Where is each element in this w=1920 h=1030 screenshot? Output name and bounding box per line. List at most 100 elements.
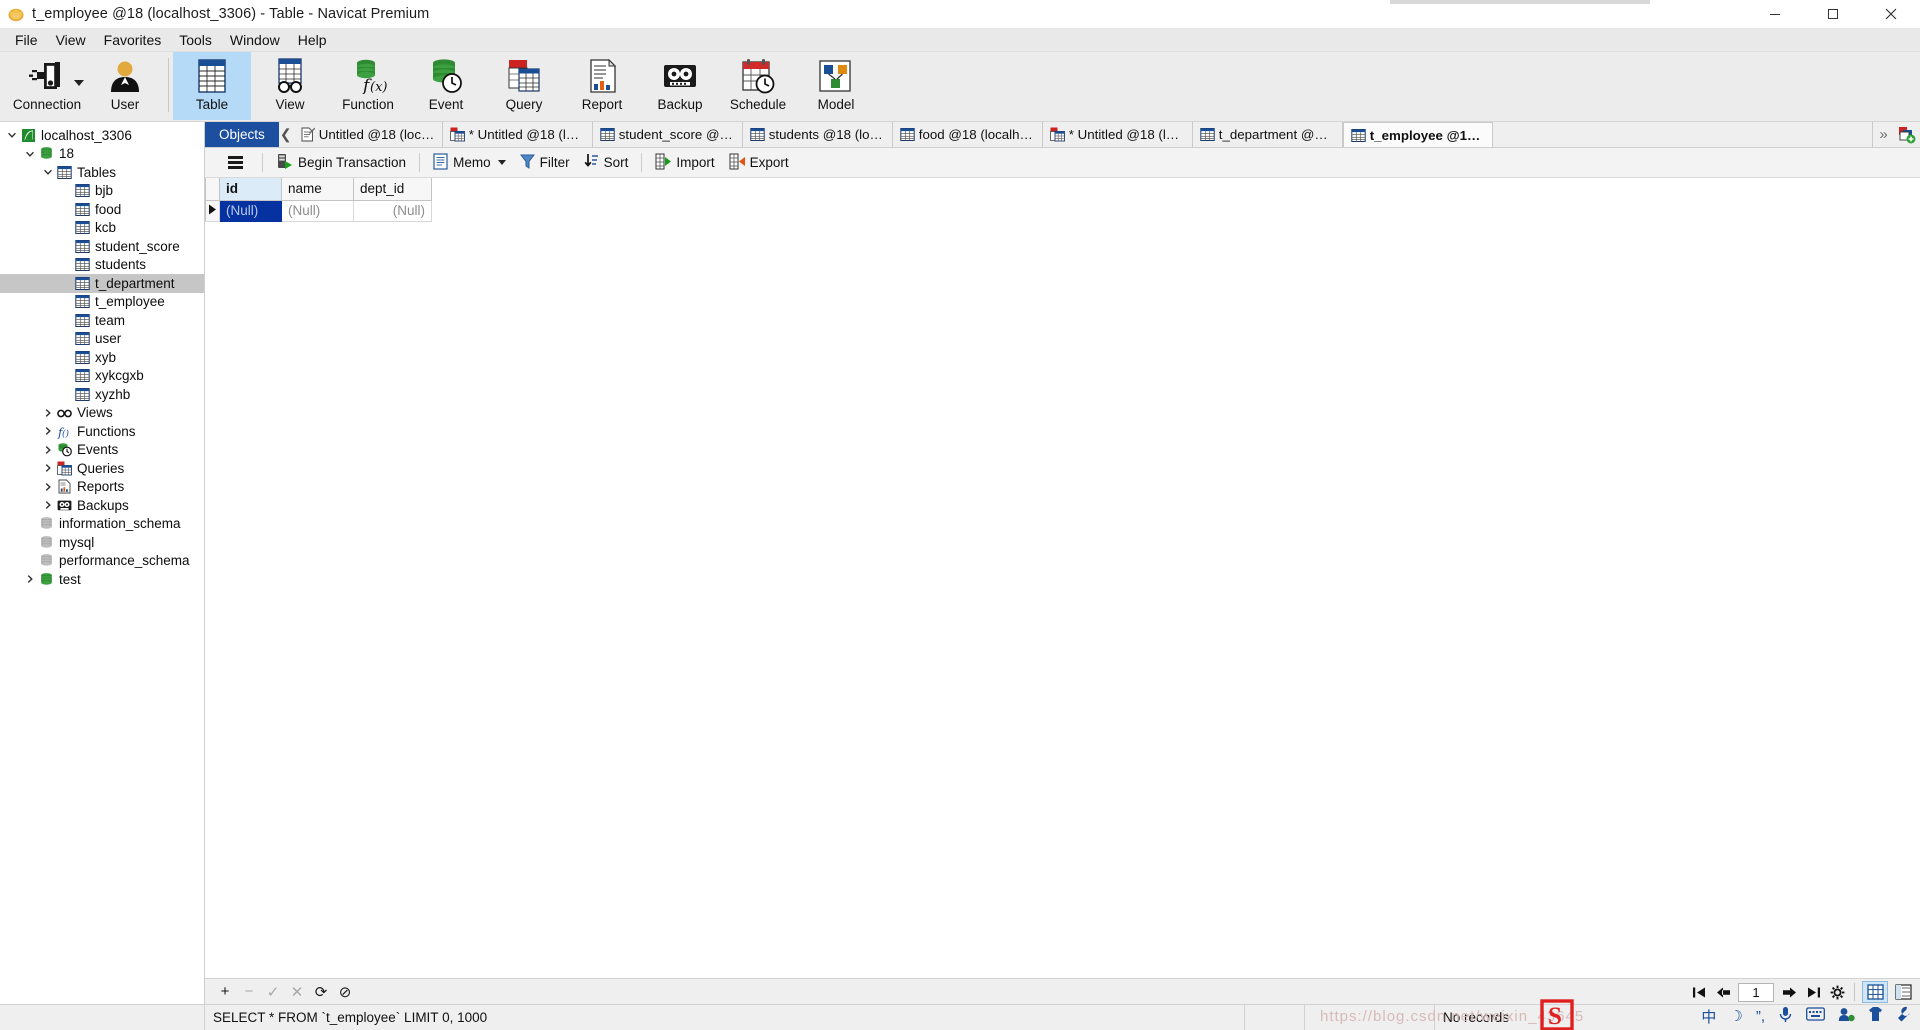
tree-node-information-schema[interactable]: information_schema <box>0 515 204 534</box>
tab-6[interactable]: t_department @18 ... <box>1192 122 1343 147</box>
stop-button[interactable]: ⊘ <box>333 981 357 1003</box>
previous-page-button[interactable] <box>1711 981 1735 1003</box>
column-header-id[interactable]: id <box>219 178 282 201</box>
chevron-down-icon[interactable] <box>22 149 37 159</box>
tab-4[interactable]: food @18 (localho... <box>892 122 1043 147</box>
chevron-right-icon[interactable] <box>40 408 55 418</box>
menu-view[interactable]: View <box>47 30 95 50</box>
tab-5[interactable]: * Untitled @18 (loc... <box>1042 122 1193 147</box>
tree-node-views[interactable]: Views <box>0 404 204 423</box>
tree-node-mysql[interactable]: mysql <box>0 533 204 552</box>
tree-node-queries[interactable]: Queries <box>0 459 204 478</box>
last-page-button[interactable] <box>1801 981 1825 1003</box>
tab-scroll-left-icon[interactable]: ❮ <box>278 122 293 147</box>
tree-node-team[interactable]: team <box>0 311 204 330</box>
tree-node-kcb[interactable]: kcb <box>0 219 204 238</box>
delete-record-button[interactable]: − <box>237 981 261 1003</box>
tree-node-student-score[interactable]: student_score <box>0 237 204 256</box>
tab-3[interactable]: students @18 (loca... <box>742 122 893 147</box>
tree-node-18[interactable]: 18 <box>0 145 204 164</box>
chevron-right-icon[interactable] <box>40 426 55 436</box>
grid-settings-button[interactable] <box>1825 981 1849 1003</box>
chevron-right-icon[interactable] <box>40 482 55 492</box>
chevron-down-icon[interactable] <box>40 167 55 177</box>
table-row[interactable]: (Null) (Null) (Null) <box>205 200 432 222</box>
tree-node-tables[interactable]: Tables <box>0 163 204 182</box>
chevron-down-icon[interactable] <box>74 80 84 86</box>
grid-view-icon[interactable] <box>1862 981 1888 1003</box>
memo-button[interactable]: Memo <box>426 151 513 175</box>
ime-chinese-icon[interactable]: 中 <box>1701 1006 1716 1027</box>
import-button[interactable]: Import <box>648 151 721 175</box>
ime-user-switch-icon[interactable] <box>1838 1007 1855 1026</box>
menu-help[interactable]: Help <box>289 30 336 50</box>
chevron-down-icon[interactable] <box>4 130 19 140</box>
chevron-down-icon[interactable] <box>497 160 506 165</box>
toolbar-button-model[interactable]: Model <box>797 52 875 120</box>
tree-node-events[interactable]: Events <box>0 441 204 460</box>
ime-skin-icon[interactable] <box>1868 1006 1883 1026</box>
tree-node-performance-schema[interactable]: performance_schema <box>0 552 204 571</box>
tree-node-backups[interactable]: Backups <box>0 496 204 515</box>
ime-keyboard-icon[interactable] <box>1806 1007 1825 1025</box>
refresh-button[interactable]: ⟳ <box>309 981 333 1003</box>
minimize-button[interactable] <box>1746 0 1804 28</box>
next-page-button[interactable] <box>1777 981 1801 1003</box>
tree-node-reports[interactable]: Reports <box>0 478 204 497</box>
form-view-icon[interactable] <box>1890 981 1916 1003</box>
tree-node-xykcgxb[interactable]: xykcgxb <box>0 367 204 386</box>
tree-node-xyzhb[interactable]: xyzhb <box>0 385 204 404</box>
menu-window[interactable]: Window <box>221 30 289 50</box>
export-button[interactable]: Export <box>722 151 796 175</box>
toolbar-button-schedule[interactable]: Schedule <box>719 52 797 120</box>
toolbar-button-view[interactable]: View <box>251 52 329 120</box>
menu-favorites[interactable]: Favorites <box>95 30 171 50</box>
column-header-name[interactable]: name <box>281 178 354 201</box>
ime-moon-icon[interactable]: ☽ <box>1729 1007 1742 1025</box>
data-grid[interactable]: id name dept_id (Null) (Null) (Null) <box>205 178 1920 978</box>
ime-toolbar[interactable]: 中 ☽ ”, <box>1701 1004 1912 1028</box>
toolbar-button-report[interactable]: Report <box>563 52 641 120</box>
chevron-right-icon[interactable] <box>40 463 55 473</box>
tree-node-t-department[interactable]: t_department <box>0 274 204 293</box>
toolbar-button-query[interactable]: Query <box>485 52 563 120</box>
apply-changes-button[interactable]: ✓ <box>261 981 285 1003</box>
close-button[interactable] <box>1862 0 1920 28</box>
toolbar-button-connection[interactable]: Connection <box>8 52 86 120</box>
tree-node-bjb[interactable]: bjb <box>0 182 204 201</box>
cancel-changes-button[interactable]: ✕ <box>285 981 309 1003</box>
tree-node-functions[interactable]: f() Functions <box>0 422 204 441</box>
new-object-icon[interactable] <box>1894 122 1920 147</box>
page-number-input[interactable]: 1 <box>1738 982 1774 1002</box>
menu-file[interactable]: File <box>6 30 47 50</box>
row-marker-icon[interactable] <box>205 200 220 222</box>
toolbar-button-event[interactable]: Event <box>407 52 485 120</box>
menu-tools[interactable]: Tools <box>170 30 221 50</box>
tree-node-user[interactable]: user <box>0 330 204 349</box>
tab-7[interactable]: t_employee @18 (l... <box>1342 122 1493 147</box>
ime-settings-wrench-icon[interactable] <box>1896 1006 1912 1026</box>
maximize-button[interactable] <box>1804 0 1862 28</box>
tab-0[interactable]: Untitled @18 (local... <box>292 122 443 147</box>
toolbar-button-backup[interactable]: Backup <box>641 52 719 120</box>
first-page-button[interactable] <box>1687 981 1711 1003</box>
toolbar-button-user[interactable]: User <box>86 52 164 120</box>
object-tree-sidebar[interactable]: localhost_3306 18 Tables bjb food kcb student_… <box>0 122 205 1004</box>
cell-dept_id[interactable]: (Null) <box>353 200 432 222</box>
tab-overflow-icon[interactable]: » <box>1872 122 1894 147</box>
tree-node-food[interactable]: food <box>0 200 204 219</box>
sort-button[interactable]: Sort <box>577 151 636 174</box>
grid-menu-button[interactable] <box>215 154 256 171</box>
ime-punctuation-icon[interactable]: ”, <box>1756 1008 1765 1025</box>
column-header-dept_id[interactable]: dept_id <box>353 178 432 201</box>
tab-1[interactable]: * Untitled @18 (loc... <box>442 122 593 147</box>
cell-id[interactable]: (Null) <box>219 200 282 222</box>
add-record-button[interactable]: + <box>213 981 237 1003</box>
result-table[interactable]: id name dept_id (Null) (Null) (Null) <box>205 178 432 222</box>
toolbar-button-table[interactable]: Table <box>173 52 251 120</box>
tree-node-test[interactable]: test <box>0 570 204 589</box>
tree-node-students[interactable]: students <box>0 256 204 275</box>
chevron-right-icon[interactable] <box>40 500 55 510</box>
ime-microphone-icon[interactable] <box>1778 1006 1793 1027</box>
objects-button[interactable]: Objects <box>205 122 279 147</box>
